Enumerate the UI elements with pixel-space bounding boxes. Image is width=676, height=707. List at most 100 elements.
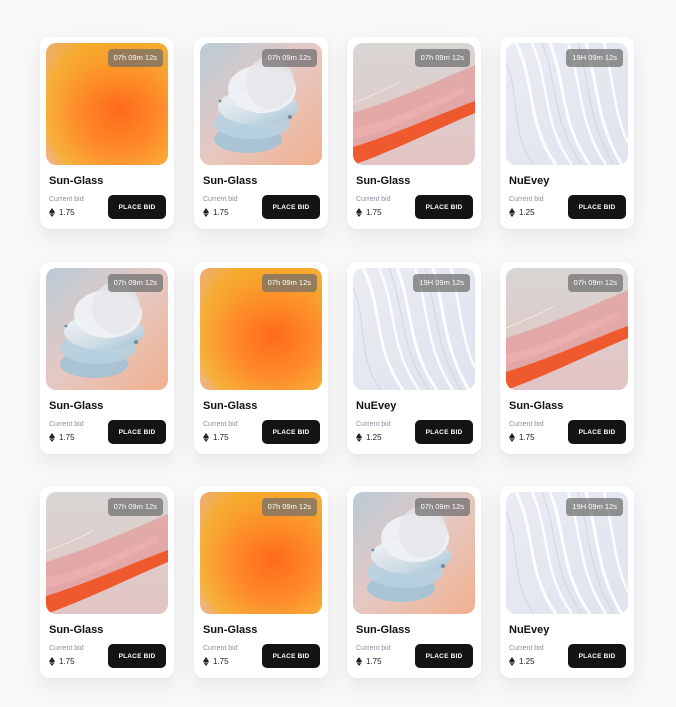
ethereum-icon <box>356 208 362 217</box>
bid-price: 1.75 <box>203 433 229 442</box>
ethereum-icon <box>203 208 209 217</box>
nft-card[interactable]: 07h 09m 12s Sun-Glass Current bid 1.75 P… <box>40 37 174 229</box>
nft-artwork[interactable]: 19H 09m 12s <box>353 268 475 390</box>
ethereum-icon <box>356 657 362 666</box>
countdown-timer-badge: 07h 09m 12s <box>414 498 470 516</box>
bid-price-value: 1.75 <box>366 208 382 217</box>
nft-artwork[interactable]: 07h 09m 12s <box>46 43 168 165</box>
bid-price-value: 1.25 <box>519 208 535 217</box>
nft-artwork[interactable]: 07h 09m 12s <box>353 492 475 614</box>
bid-price-value: 1.75 <box>519 433 535 442</box>
place-bid-button[interactable]: PLACE BID <box>262 644 320 668</box>
nft-title: Sun-Glass <box>203 400 258 412</box>
nft-artwork[interactable]: 07h 09m 12s <box>46 268 168 390</box>
bid-price: 1.75 <box>356 208 382 217</box>
nft-card[interactable]: 19H 09m 12s NuEvey Current bid 1.25 PLAC… <box>500 486 634 678</box>
nft-card[interactable]: 07h 09m 12s Sun-Glass Current bid 1.75 P… <box>347 37 481 229</box>
place-bid-button[interactable]: PLACE BID <box>262 420 320 444</box>
ethereum-icon <box>509 433 515 442</box>
place-bid-button[interactable]: PLACE BID <box>262 195 320 219</box>
nft-artwork[interactable]: 07h 09m 12s <box>200 43 322 165</box>
place-bid-button[interactable]: PLACE BID <box>568 420 626 444</box>
nft-title: NuEvey <box>509 624 550 636</box>
bid-price-value: 1.75 <box>59 657 75 666</box>
bid-price-value: 1.25 <box>366 433 382 442</box>
nft-card[interactable]: 07h 09m 12s Sun-Glass Current bid 1.75 P… <box>194 37 328 229</box>
bid-price-value: 1.75 <box>213 657 229 666</box>
nft-title: NuEvey <box>509 175 550 187</box>
countdown-timer-badge: 19H 09m 12s <box>566 498 623 516</box>
nft-card-grid: 07h 09m 12s Sun-Glass Current bid 1.75 P… <box>0 0 676 707</box>
nft-card[interactable]: 07h 09m 12s Sun-Glass Current bid 1.75 P… <box>194 486 328 678</box>
place-bid-button[interactable]: PLACE BID <box>415 420 473 444</box>
countdown-timer-badge: 07h 09m 12s <box>261 498 317 516</box>
current-bid-label: Current bid <box>356 196 391 203</box>
place-bid-button[interactable]: PLACE BID <box>568 195 626 219</box>
nft-title: Sun-Glass <box>509 400 564 412</box>
countdown-timer-badge: 07h 09m 12s <box>107 498 163 516</box>
countdown-timer-badge: 07h 09m 12s <box>107 274 163 292</box>
nft-card[interactable]: 19H 09m 12s NuEvey Current bid 1.25 PLAC… <box>500 37 634 229</box>
countdown-timer-badge: 07h 09m 12s <box>107 49 163 67</box>
nft-title: Sun-Glass <box>356 175 411 187</box>
bid-price-value: 1.75 <box>213 433 229 442</box>
current-bid-label: Current bid <box>356 421 391 428</box>
countdown-timer-badge: 07h 09m 12s <box>261 49 317 67</box>
place-bid-button[interactable]: PLACE BID <box>108 420 166 444</box>
nft-artwork[interactable]: 07h 09m 12s <box>200 492 322 614</box>
nft-title: Sun-Glass <box>49 400 104 412</box>
bid-price: 1.25 <box>509 657 535 666</box>
nft-card[interactable]: 07h 09m 12s Sun-Glass Current bid 1.75 P… <box>500 262 634 454</box>
bid-price-value: 1.75 <box>59 433 75 442</box>
nft-card[interactable]: 19H 09m 12s NuEvey Current bid 1.25 PLAC… <box>347 262 481 454</box>
nft-artwork[interactable]: 19H 09m 12s <box>506 492 628 614</box>
current-bid-label: Current bid <box>356 645 391 652</box>
ethereum-icon <box>49 208 55 217</box>
bid-price: 1.75 <box>509 433 535 442</box>
bid-price: 1.25 <box>509 208 535 217</box>
bid-price-value: 1.25 <box>519 657 535 666</box>
nft-artwork[interactable]: 07h 09m 12s <box>506 268 628 390</box>
bid-price-value: 1.75 <box>366 657 382 666</box>
nft-artwork[interactable]: 07h 09m 12s <box>200 268 322 390</box>
nft-card[interactable]: 07h 09m 12s Sun-Glass Current bid 1.75 P… <box>40 262 174 454</box>
bid-price: 1.75 <box>49 657 75 666</box>
place-bid-button[interactable]: PLACE BID <box>415 195 473 219</box>
current-bid-label: Current bid <box>203 421 238 428</box>
current-bid-label: Current bid <box>49 196 84 203</box>
place-bid-button[interactable]: PLACE BID <box>108 195 166 219</box>
nft-card[interactable]: 07h 09m 12s Sun-Glass Current bid 1.75 P… <box>40 486 174 678</box>
place-bid-button[interactable]: PLACE BID <box>415 644 473 668</box>
ethereum-icon <box>509 208 515 217</box>
ethereum-icon <box>356 433 362 442</box>
bid-price: 1.25 <box>356 433 382 442</box>
current-bid-label: Current bid <box>203 645 238 652</box>
bid-price: 1.75 <box>203 657 229 666</box>
place-bid-button[interactable]: PLACE BID <box>568 644 626 668</box>
nft-artwork[interactable]: 19H 09m 12s <box>506 43 628 165</box>
nft-title: NuEvey <box>356 400 397 412</box>
nft-card[interactable]: 07h 09m 12s Sun-Glass Current bid 1.75 P… <box>194 262 328 454</box>
nft-card[interactable]: 07h 09m 12s Sun-Glass Current bid 1.75 P… <box>347 486 481 678</box>
bid-price-value: 1.75 <box>213 208 229 217</box>
current-bid-label: Current bid <box>49 645 84 652</box>
nft-title: Sun-Glass <box>356 624 411 636</box>
nft-artwork[interactable]: 07h 09m 12s <box>46 492 168 614</box>
current-bid-label: Current bid <box>49 421 84 428</box>
current-bid-label: Current bid <box>509 196 544 203</box>
bid-price: 1.75 <box>49 433 75 442</box>
ethereum-icon <box>49 657 55 666</box>
countdown-timer-badge: 19H 09m 12s <box>413 274 470 292</box>
ethereum-icon <box>203 657 209 666</box>
place-bid-button[interactable]: PLACE BID <box>108 644 166 668</box>
current-bid-label: Current bid <box>509 645 544 652</box>
bid-price: 1.75 <box>356 657 382 666</box>
bid-price: 1.75 <box>49 208 75 217</box>
nft-title: Sun-Glass <box>49 624 104 636</box>
countdown-timer-badge: 07h 09m 12s <box>414 49 470 67</box>
current-bid-label: Current bid <box>509 421 544 428</box>
nft-artwork[interactable]: 07h 09m 12s <box>353 43 475 165</box>
bid-price-value: 1.75 <box>59 208 75 217</box>
ethereum-icon <box>509 657 515 666</box>
nft-title: Sun-Glass <box>203 624 258 636</box>
